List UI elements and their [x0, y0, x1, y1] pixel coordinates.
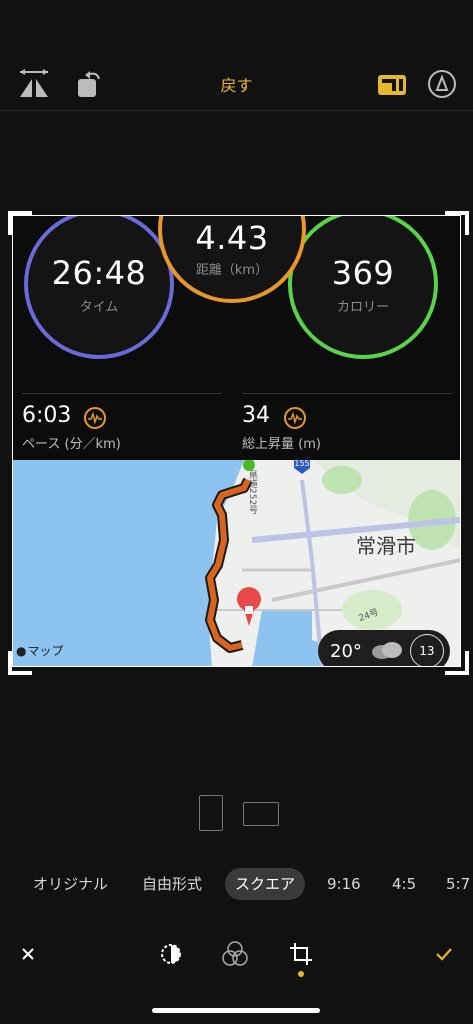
landscape-orientation-button[interactable]: [243, 802, 279, 826]
crop-handle-bottom-right[interactable]: [445, 651, 469, 675]
aspect-option-freeform[interactable]: 自由形式: [142, 868, 202, 900]
markup-icon[interactable]: [422, 64, 462, 104]
calories-label: カロリー: [336, 299, 389, 315]
calories-circle: 369 カロリー: [288, 215, 438, 359]
aspect-options: オリジナル 自由形式 スクエア 9:16 4:5 5:7: [0, 868, 473, 900]
crop-handle-top-left[interactable]: [8, 211, 32, 235]
route-map[interactable]: 155 県道252号 常滑市 24号 ● マップ 20° 13: [12, 459, 461, 667]
portrait-orientation-button[interactable]: [199, 795, 223, 831]
wind-value: 13: [419, 644, 435, 658]
crop-rotate-icon[interactable]: [285, 938, 317, 970]
divider: [22, 393, 222, 394]
wind-gauge-icon: 13: [409, 634, 444, 667]
done-checkmark-icon[interactable]: [428, 938, 460, 970]
top-toolbar: 戻す: [0, 0, 473, 111]
elevation-value: 34: [242, 403, 270, 428]
attribution-text: マップ: [27, 644, 64, 658]
divider: [242, 393, 452, 394]
time-circle: 26:48 タイム: [24, 215, 174, 359]
cloud-icon: [368, 638, 404, 664]
city-label: 常滑市: [356, 534, 416, 558]
aspect-option-4-5[interactable]: 4:5: [392, 868, 416, 900]
cancel-icon[interactable]: [12, 938, 44, 970]
elevation-label: 総上昇量 (m): [242, 437, 321, 452]
time-label: タイム: [79, 299, 119, 315]
home-indicator: [152, 1008, 320, 1013]
aspect-option-original[interactable]: オリジナル: [33, 868, 108, 900]
adjust-icon[interactable]: [155, 938, 187, 970]
distance-label: 距離（km）: [195, 262, 269, 278]
pace-value: 6:03: [22, 403, 72, 428]
crop-image[interactable]: 26:48 タイム 369 カロリー 4.43 距離（km） 6:03 ペース …: [12, 215, 461, 667]
aspect-option-square[interactable]: スクエア: [225, 868, 306, 900]
pace-label: ペース (分／km): [22, 437, 121, 452]
aspect-option-9-16[interactable]: 9:16: [327, 868, 361, 900]
crop-handle-top-right[interactable]: [445, 211, 469, 235]
aspect-ratio-icon[interactable]: [372, 64, 412, 104]
pace-trend-icon: [84, 407, 106, 429]
crop-handle-bottom-left[interactable]: [8, 651, 32, 675]
calories-value: 369: [331, 253, 395, 292]
temperature: 20°: [330, 640, 362, 662]
weather-badge: 20° 13: [318, 630, 450, 667]
distance-circle: 4.43 距離（km）: [158, 215, 306, 303]
road-label: 県道252号: [247, 470, 257, 515]
active-tool-indicator: [298, 971, 304, 977]
aspect-option-5-7[interactable]: 5:7: [446, 868, 470, 900]
route-badge: 155: [294, 459, 310, 468]
elevation-trend-icon: [284, 407, 306, 429]
distance-value: 4.43: [195, 218, 269, 257]
time-value: 26:48: [51, 253, 147, 292]
filters-icon[interactable]: [219, 938, 251, 970]
